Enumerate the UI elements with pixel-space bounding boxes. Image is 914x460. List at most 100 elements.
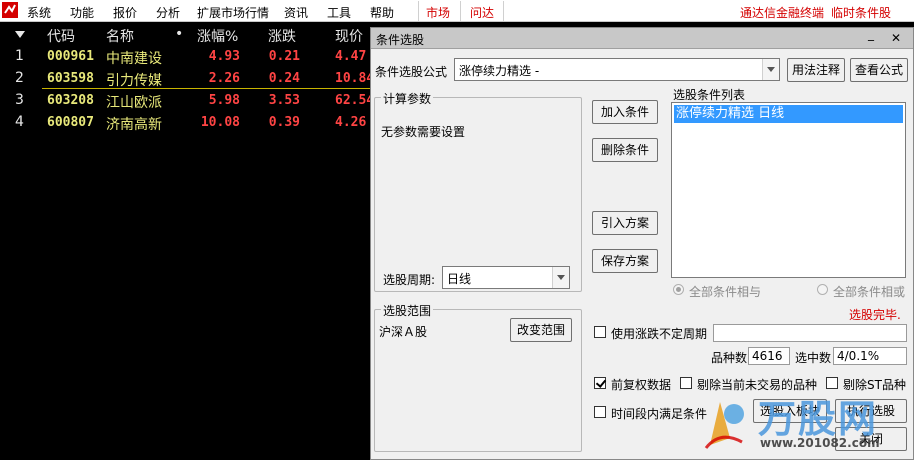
condition-stock-dialog: 条件选股 _ ✕ 条件选股公式 涨停续力精选 - 用法注释 查看公式 计算参数 … [370, 27, 914, 460]
calc-params-title: 计算参数 [381, 90, 434, 107]
row-name: 引力传媒 [106, 73, 162, 89]
to-board-button[interactable]: 选股入板块 [753, 399, 827, 423]
menu-divider [460, 1, 461, 21]
row-index: 4 [15, 114, 24, 130]
change-range-button[interactable]: 改变范围 [510, 318, 572, 342]
period-input[interactable] [713, 324, 907, 342]
stock-list: 代码 名称 • 涨幅% 涨跌 现价 1 000961 中南建设 4.93 0.2… [0, 22, 375, 460]
no-params-note: 无参数需要设置 [381, 125, 466, 139]
radio-and[interactable] [673, 284, 684, 295]
selected-label: 选中数 [795, 351, 832, 365]
menu-divider [503, 1, 504, 21]
row-chg: 0.24 [268, 71, 300, 86]
exclude-no-trade-label: 剔除当前未交易的品种 [697, 378, 818, 392]
header-pct[interactable]: 涨幅% [197, 26, 238, 46]
period-label: 选股周期: [383, 273, 436, 287]
header-dot: • [175, 26, 184, 42]
condition-list-item[interactable]: 涨停续力精选 日线 [674, 105, 903, 123]
chevron-down-icon[interactable] [762, 59, 779, 80]
row-code: 600807 [47, 115, 94, 130]
time-range-checkbox[interactable] [594, 406, 606, 418]
tab-market[interactable]: 市场 [426, 4, 450, 21]
condition-list[interactable]: 涨停续力精选 日线 [671, 102, 906, 278]
row-price: 10.84 [335, 71, 375, 86]
period-checkbox[interactable] [594, 326, 606, 338]
dialog-title: 条件选股 [376, 33, 425, 47]
row-code: 603598 [47, 71, 94, 86]
row-pct: 4.93 [208, 49, 240, 64]
link-temp-condition[interactable]: 临时条件股 [831, 4, 891, 21]
table-row[interactable]: 2 603598 引力传媒 2.26 0.24 10.84 [0, 68, 375, 90]
link-terminal[interactable]: 通达信金融终端 [740, 4, 824, 21]
dialog-titlebar[interactable]: 条件选股 _ ✕ [371, 27, 913, 49]
condition-list-label: 选股条件列表 [673, 88, 746, 102]
formula-select[interactable]: 涨停续力精选 - [454, 58, 780, 81]
row-chg: 0.21 [268, 49, 300, 64]
row-name: 济南高新 [106, 117, 162, 133]
app-logo-icon [2, 2, 18, 18]
radio-and-label: 全部条件相与 [689, 285, 762, 299]
add-condition-button[interactable]: 加入条件 [592, 100, 658, 124]
import-plan-button[interactable]: 引入方案 [592, 211, 658, 235]
sort-down-icon[interactable] [15, 31, 25, 38]
count-value: 4616 [748, 347, 790, 365]
row-price: 4.26 [335, 115, 367, 130]
row-pct: 10.08 [200, 115, 240, 130]
period-value: 日线 [447, 272, 472, 286]
usage-notes-button[interactable]: 用法注释 [787, 58, 845, 82]
chevron-down-icon[interactable] [552, 267, 569, 288]
tab-wenda[interactable]: 问达 [470, 4, 494, 21]
row-price: 4.47 [335, 49, 367, 64]
row-price: 62.54 [335, 93, 375, 108]
table-row[interactable]: 1 000961 中南建设 4.93 0.21 4.47 [0, 46, 372, 68]
view-formula-button[interactable]: 查看公式 [850, 58, 908, 82]
exclude-st-label: 剔除ST品种 [843, 378, 906, 392]
radio-or-label: 全部条件相或 [833, 285, 906, 299]
menu-divider [418, 1, 419, 21]
header-name[interactable]: 名称 [106, 26, 134, 46]
time-range-label: 时间段内满足条件 [611, 407, 708, 421]
delete-condition-button[interactable]: 删除条件 [592, 138, 658, 162]
status-text: 选股完毕. [849, 308, 901, 322]
table-row[interactable]: 3 603208 江山欧派 5.98 3.53 62.54 [0, 90, 375, 112]
table-row[interactable]: 4 600807 济南高新 10.08 0.39 4.26 [0, 112, 372, 134]
exclude-no-trade-checkbox[interactable] [680, 377, 692, 389]
exclude-st-checkbox[interactable] [826, 377, 838, 389]
run-selection-button[interactable]: 执行选股 [835, 399, 907, 423]
save-plan-button[interactable]: 保存方案 [592, 249, 658, 273]
adjust-checkbox-label: 前复权数据 [611, 378, 672, 392]
header-code[interactable]: 代码 [47, 26, 75, 46]
row-chg: 3.53 [268, 93, 300, 108]
count-label: 品种数 [711, 351, 748, 365]
range-group: 选股范围 沪深Ａ股 改变范围 [374, 302, 582, 452]
calc-params-group: 计算参数 无参数需要设置 选股周期: 日线 [374, 90, 582, 292]
close-icon[interactable]: ✕ [891, 31, 901, 45]
row-name: 中南建设 [106, 51, 162, 67]
radio-or[interactable] [817, 284, 828, 295]
row-pct: 2.26 [208, 71, 240, 86]
header-chg[interactable]: 涨跌 [268, 26, 296, 46]
row-chg: 0.39 [268, 115, 300, 130]
menu-info[interactable]: 资讯 [284, 4, 308, 21]
formula-label: 条件选股公式 [375, 65, 448, 79]
period-select[interactable]: 日线 [442, 266, 570, 289]
row-pct: 5.98 [208, 93, 240, 108]
row-index: 1 [15, 48, 24, 64]
row-code: 603208 [47, 93, 94, 108]
menu-analysis[interactable]: 分析 [156, 4, 180, 21]
adjust-checkbox[interactable] [594, 377, 606, 389]
menu-system[interactable]: 系统 [27, 4, 51, 21]
menu-function[interactable]: 功能 [70, 4, 94, 21]
range-group-title: 选股范围 [381, 302, 434, 319]
menu-help[interactable]: 帮助 [370, 4, 394, 21]
minimize-button[interactable]: _ [868, 27, 874, 41]
menu-extended-market[interactable]: 扩展市场行情 [197, 4, 269, 21]
close-button[interactable]: 关闭 [835, 427, 907, 451]
header-price[interactable]: 现价 [335, 26, 363, 46]
formula-value: 涨停续力精选 - [459, 64, 540, 78]
row-index: 2 [15, 70, 24, 86]
range-value: 沪深Ａ股 [379, 325, 428, 339]
menu-quote[interactable]: 报价 [113, 4, 137, 21]
menu-tools[interactable]: 工具 [327, 4, 351, 21]
period-checkbox-label: 使用涨跌不定周期 [611, 327, 708, 341]
